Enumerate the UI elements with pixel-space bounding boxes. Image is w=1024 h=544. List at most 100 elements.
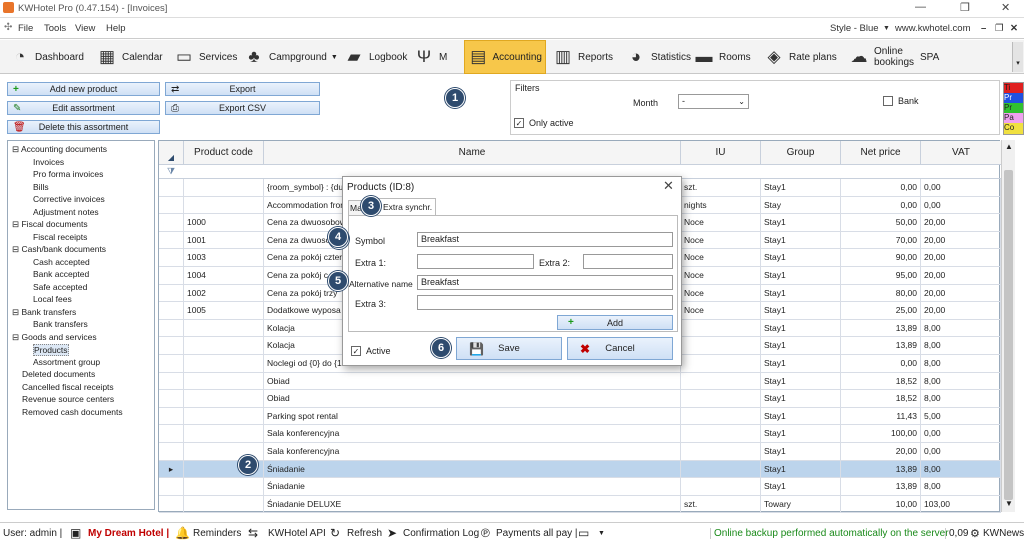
export-button[interactable]: ⇄ Export [165,82,320,96]
toolbar-accounting[interactable]: ▤ Accounting [464,40,546,74]
restore-icon[interactable]: ❐ [960,1,970,14]
close-window-icon[interactable]: ✕ [1001,1,1010,14]
extra1-input[interactable] [417,254,534,269]
only-active-checkbox[interactable]: ✓ [514,118,524,128]
row-indicator[interactable] [159,478,184,496]
mdi-restore-icon[interactable]: ❐ [995,23,1004,34]
column-header-name[interactable]: Name [264,141,681,165]
row-indicator[interactable] [159,495,184,513]
toolbar-reports[interactable]: ▥ Reports [549,40,616,74]
column-header-code[interactable]: Product code [184,141,264,165]
tree-local-fees[interactable]: Local fees [33,294,72,304]
tree-adjustment[interactable]: Adjustment notes [33,207,99,217]
column-header-net-price[interactable]: Net price [841,141,921,165]
tree-goods-services[interactable]: ⊟ Goods and services [12,332,97,343]
monitor-icon[interactable]: ▭ [578,526,589,540]
extra2-input[interactable] [583,254,673,269]
website-link[interactable]: www.kwhotel.com [895,23,971,34]
toolbar-rooms[interactable]: ▬ Rooms [690,40,754,74]
scroll-down-icon[interactable]: ▼ [1005,499,1013,508]
tree-proforma[interactable]: Pro forma invoices [33,169,103,179]
table-row[interactable]: Sala konferencyjna Stay1 100,00 0,00 [159,425,1001,443]
symbol-input[interactable]: Breakfast [417,232,673,247]
toolbar-calendar[interactable]: ▦ Calendar [93,40,166,74]
tree-assortment-group[interactable]: Assortment group [33,357,100,367]
tree-bank-accepted[interactable]: Bank accepted [33,269,89,279]
toolbar-dashboard[interactable]: ◔ Dashboard [6,40,87,74]
row-indicator[interactable] [159,284,184,302]
alternative-name-input[interactable]: Breakfast [417,275,673,290]
toolbar-spa[interactable]: SPA [917,40,942,74]
menu-file[interactable]: File [18,23,33,34]
row-indicator[interactable] [159,179,184,196]
table-row[interactable]: Parking spot rental Stay1 11,43 5,00 [159,407,1001,426]
dialog-close-icon[interactable]: ✕ [663,178,674,194]
row-indicator[interactable] [159,372,184,390]
row-indicator[interactable] [159,214,184,232]
status-hotel[interactable]: My Dream Hotel | [88,528,169,539]
row-indicator[interactable] [159,390,184,408]
status-api[interactable]: KWHotel API [268,528,326,539]
mdi-close-icon[interactable]: ✕ [1010,23,1018,34]
status-kwnews[interactable]: KWNews [983,528,1024,539]
row-indicator[interactable] [159,267,184,284]
menu-help[interactable]: Help [106,23,126,34]
tree-cancelled-receipts[interactable]: Cancelled fiscal receipts [22,382,114,392]
delete-assortment-button[interactable]: 🗑 Delete this assortment [7,120,160,134]
toolbar-services[interactable]: ▭ Services [170,40,240,74]
toolbar-statistics[interactable]: ◕ Statistics [622,40,694,74]
style-dropdown-icon[interactable]: ▼ [883,25,890,32]
tree-corrective[interactable]: Corrective invoices [33,194,105,204]
column-header-iu[interactable]: IU [681,141,761,165]
tree-bank-transfers[interactable]: ⊟ Bank transfers [12,307,76,318]
toolbar-logbook[interactable]: ▰ Logbook [340,40,410,74]
row-indicator[interactable] [159,355,184,372]
table-row[interactable]: ▸ Śniadanie Stay1 13,89 8,00 [159,460,1001,479]
tree-fiscal-receipts[interactable]: Fiscal receipts [33,232,87,242]
table-row[interactable]: Śniadanie DELUXE szt. Towary 10,00 103,00 [159,495,1001,514]
toolbar-rate-plans[interactable]: ◈ Rate plans [760,40,840,74]
chevron-down-icon[interactable]: ▼ [598,530,605,537]
add-new-product-button[interactable]: + Add new product [7,82,160,96]
row-indicator[interactable] [159,425,184,443]
row-indicator[interactable] [159,196,184,214]
row-indicator[interactable] [159,337,184,355]
active-checkbox[interactable]: ✓ [351,346,361,356]
filter-funnel-icon[interactable]: ⧩ [167,166,175,177]
tree-fiscal-documents[interactable]: ⊟ Fiscal documents [12,219,88,230]
mdi-minimize-icon[interactable]: – [981,23,986,34]
tree-invoices[interactable]: Invoices [33,157,64,167]
bank-checkbox[interactable] [883,96,893,106]
minimize-icon[interactable]: — [915,1,926,13]
row-indicator[interactable] [159,407,184,425]
column-header-group[interactable]: Group [761,141,841,165]
row-indicator[interactable] [159,319,184,337]
tree-revenue-centers[interactable]: Revenue source centers [22,394,114,404]
row-indicator[interactable] [159,302,184,320]
row-indicator[interactable] [159,231,184,249]
tree-cash-accepted[interactable]: Cash accepted [33,257,90,267]
table-row[interactable]: Obiad Stay1 18,52 8,00 [159,372,1001,391]
scroll-up-icon[interactable]: ▲ [1005,142,1013,151]
tree-safe-accepted[interactable]: Safe accepted [33,282,87,292]
menu-tools[interactable]: Tools [44,23,66,34]
toolbar-overflow-button[interactable]: ▾ [1012,42,1023,72]
cancel-button[interactable]: ✖ Cancel [567,337,673,360]
style-selector[interactable]: Style - Blue [830,23,879,34]
toolbar-campground[interactable]: ♣ Campground ▼ [240,40,341,74]
toolbar-online-bookings[interactable]: ☁ Online bookings [845,40,917,74]
edit-assortment-button[interactable]: ✎ Edit assortment [7,101,160,115]
column-header-vat[interactable]: VAT [921,141,1001,165]
row-indicator[interactable] [159,249,184,267]
add-button[interactable]: + Add [557,315,673,330]
status-payments[interactable]: Payments all pay | [496,528,578,539]
status-refresh[interactable]: Refresh [347,528,382,539]
tree-cash-bank[interactable]: ⊟ Cash/bank documents [12,244,106,255]
system-menu-icon[interactable]: ✣ [4,22,12,33]
tree-products[interactable]: Products [33,344,69,356]
tree-accounting-documents[interactable]: ⊟ Accounting documents [12,144,107,155]
row-indicator[interactable]: ▸ [159,460,184,478]
save-button[interactable]: 💾 Save [456,337,562,360]
row-indicator[interactable] [159,443,184,460]
scroll-thumb[interactable] [1004,170,1013,500]
